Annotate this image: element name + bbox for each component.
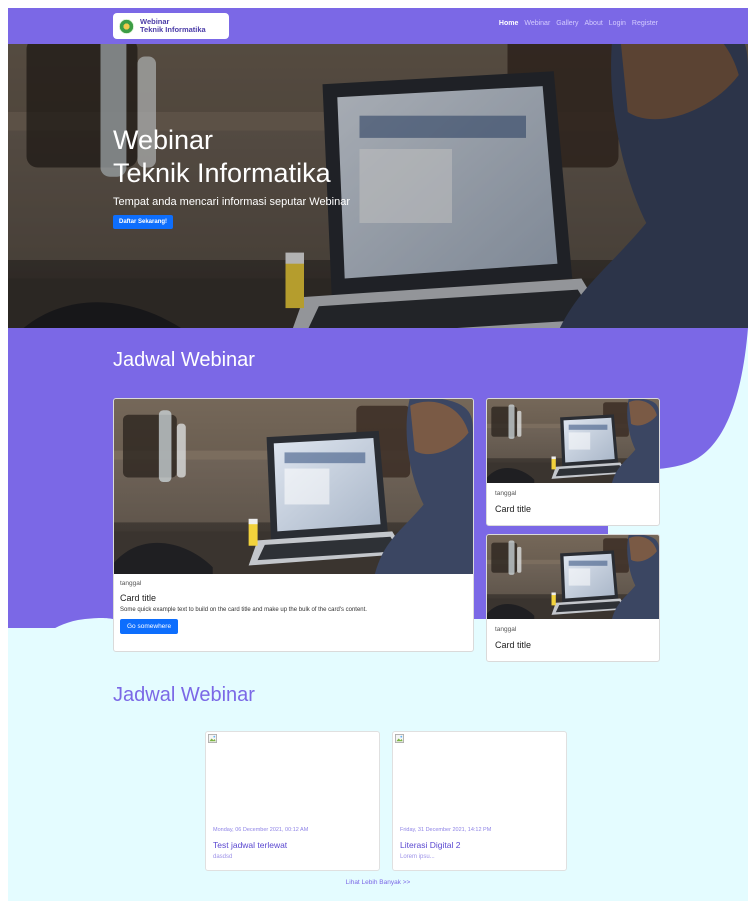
brand-text: Webinar Teknik Informatika	[140, 18, 206, 34]
event-title[interactable]: Test jadwal terlewat	[213, 840, 287, 850]
hero-content: Webinar Teknik Informatika Tempat anda m…	[113, 124, 350, 229]
event-title[interactable]: Literasi Digital 2	[400, 840, 460, 850]
nav-about[interactable]: About	[584, 20, 602, 27]
hero-banner: Webinar Teknik Informatika Tempat anda m…	[8, 44, 748, 328]
card-image	[114, 399, 473, 574]
section-title-schedule-list: Jadwal Webinar	[113, 684, 255, 706]
card-date: tanggal	[495, 490, 517, 497]
hero-title-line-1: Webinar	[113, 125, 214, 155]
card-title: Card title	[120, 593, 157, 603]
card-title: Card title	[495, 504, 532, 514]
brand-logo-link[interactable]: Webinar Teknik Informatika	[113, 13, 229, 39]
page: Webinar Teknik Informatika Home Webinar …	[8, 8, 748, 901]
card-title: Card title	[495, 640, 532, 650]
hero-title: Webinar Teknik Informatika	[113, 124, 350, 190]
brand-line-2: Teknik Informatika	[140, 25, 206, 34]
featured-webinar-card[interactable]: tanggal Card title Some quick example te…	[113, 398, 474, 652]
side-webinar-card[interactable]: tanggal Card title	[486, 534, 660, 662]
event-card[interactable]: Friday, 31 December 2021, 14:12 PM Liter…	[392, 731, 567, 871]
card-text: Some quick example text to build on the …	[120, 607, 367, 613]
register-now-button[interactable]: Daftar Sekarang!	[113, 215, 174, 229]
nav-webinar[interactable]: Webinar	[524, 20, 550, 27]
event-date: Monday, 06 December 2021, 00:12 AM	[213, 827, 309, 833]
broken-image-icon	[208, 734, 217, 743]
section-title-schedule: Jadwal Webinar	[113, 349, 255, 371]
card-date: tanggal	[120, 580, 142, 587]
nav-links: Home Webinar Gallery About Login Registe…	[499, 20, 658, 27]
hero-title-line-2: Teknik Informatika	[113, 158, 331, 188]
event-date: Friday, 31 December 2021, 14:12 PM	[400, 827, 492, 833]
nav-login[interactable]: Login	[609, 20, 626, 27]
broken-image-icon	[395, 734, 404, 743]
side-webinar-card[interactable]: tanggal Card title	[486, 398, 660, 526]
card-date: tanggal	[495, 626, 517, 633]
event-description: Lorem ipsu...	[400, 854, 435, 860]
nav-home[interactable]: Home	[499, 20, 518, 27]
card-image	[487, 399, 659, 483]
brand-emblem-icon	[119, 18, 134, 34]
nav-gallery[interactable]: Gallery	[556, 20, 578, 27]
hero-subtitle: Tempat anda mencari informasi seputar We…	[113, 196, 351, 208]
card-image	[487, 535, 659, 619]
navbar: Webinar Teknik Informatika Home Webinar …	[8, 8, 748, 44]
go-somewhere-button[interactable]: Go somewhere	[120, 619, 179, 634]
event-card[interactable]: Monday, 06 December 2021, 00:12 AM Test …	[205, 731, 380, 871]
see-more-link[interactable]: Lihat Lebih Banyak >>	[8, 879, 748, 886]
nav-register[interactable]: Register	[632, 20, 658, 27]
event-description: dasdsd	[213, 854, 233, 860]
